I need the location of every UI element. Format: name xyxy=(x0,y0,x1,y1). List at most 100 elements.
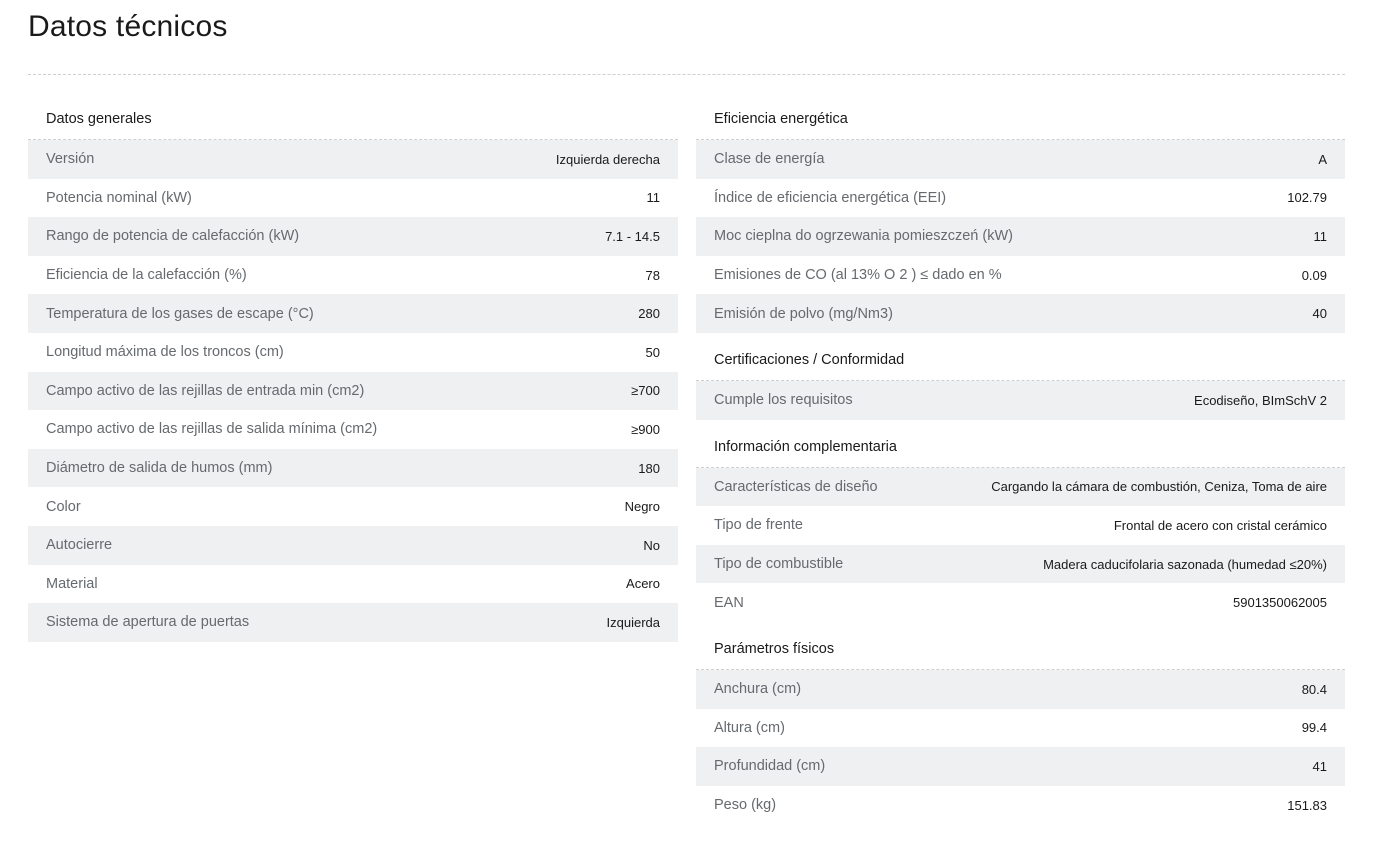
spec-row: Material Acero xyxy=(28,565,678,604)
spec-label: Tipo de frente xyxy=(714,517,803,534)
spec-table: Anchura (cm) 80.4 Altura (cm) 99.4 Profundid… xyxy=(696,669,1345,825)
spec-row: Campo activo de las rejillas de salida m… xyxy=(28,410,678,449)
spec-label: Longitud máxima de los troncos (cm) xyxy=(46,344,284,361)
spec-row: Moc cieplna do ogrzewania pomieszczeń (k… xyxy=(696,217,1345,256)
spec-row: Anchura (cm) 80.4 xyxy=(696,669,1345,709)
spec-label: Color xyxy=(46,498,81,515)
spec-row: Tipo de frente Frontal de acero con crist… xyxy=(696,506,1345,545)
section-heading: Eficiencia energética xyxy=(696,98,1345,140)
spec-value: Acero xyxy=(626,576,660,592)
spec-row: Temperatura de los gases de escape (°C) 2… xyxy=(28,294,678,333)
spec-label: Eficiencia de la calefacción (%) xyxy=(46,267,247,284)
spec-label: EAN xyxy=(714,594,744,611)
section-eficiencia-energetica: Eficiencia energética Clase de energía A Ín… xyxy=(696,98,1345,333)
spec-label: Diámetro de salida de humos (mm) xyxy=(46,460,273,477)
spec-value: 78 xyxy=(645,267,660,283)
spec-table: Características de diseño Cargando la cám… xyxy=(696,467,1345,622)
section-certificaciones-conformidad: Certificaciones / Conformidad Cumple los … xyxy=(696,339,1345,420)
spec-row: Características de diseño Cargando la cám… xyxy=(696,467,1345,507)
spec-row: Índice de eficiencia energética (EEI) 102… xyxy=(696,179,1345,218)
spec-value: 0.09 xyxy=(1301,267,1327,283)
spec-row: Sistema de apertura de puertas Izquierda xyxy=(28,603,678,642)
spec-value: Izquierda xyxy=(606,614,660,630)
spec-row: Altura (cm) 99.4 xyxy=(696,709,1345,748)
spec-label: Tipo de combustible xyxy=(714,556,844,573)
spec-label: Sistema de apertura de puertas xyxy=(46,614,250,631)
spec-label: Campo activo de las rejillas de entrada … xyxy=(46,382,365,399)
spec-label: Índice de eficiencia energética (EEI) xyxy=(714,189,947,206)
spec-label: Emisión de polvo (mg/Nm3) xyxy=(714,305,893,322)
spec-row: Rango de potencia de calefacción (kW) 7.1… xyxy=(28,217,678,256)
spec-row: Potencia nominal (kW) 11 xyxy=(28,179,678,218)
section-heading: Información complementaria xyxy=(696,426,1345,468)
spec-label: Peso (kg) xyxy=(714,797,777,814)
spec-label: Moc cieplna do ogrzewania pomieszczeń (k… xyxy=(714,228,1013,245)
spec-value: A xyxy=(1318,151,1327,167)
spec-row: Clase de energía A xyxy=(696,140,1345,179)
right-column: Eficiencia energética Clase de energía A Ín… xyxy=(696,98,1345,824)
spec-label: Campo activo de las rejillas de salida m… xyxy=(46,421,378,438)
spec-label: Altura (cm) xyxy=(714,719,785,736)
section-heading: Certificaciones / Conformidad xyxy=(696,339,1345,381)
spec-value: Izquierda derecha xyxy=(555,151,660,167)
spec-value: Madera caducifolaria sazonada (humedad ≤… xyxy=(1043,556,1327,572)
spec-value: 11 xyxy=(646,190,661,206)
spec-value: 11 xyxy=(1313,228,1328,244)
spec-label: Potencia nominal (kW) xyxy=(46,189,192,206)
spec-label: Material xyxy=(46,575,98,592)
spec-value: 99.4 xyxy=(1301,720,1327,736)
spec-label: Temperatura de los gases de escape (°C) xyxy=(46,305,314,322)
technical-data-page: Datos técnicos Datos generales Versión Izq… xyxy=(0,0,1374,856)
spec-value: 151.83 xyxy=(1287,797,1327,813)
spec-table: Versión Izquierda derecha Potencia nominal… xyxy=(28,140,678,642)
spec-row: EAN 5901350062005 xyxy=(696,583,1345,622)
spec-value: 41 xyxy=(1312,758,1327,774)
spec-value: Cargando la cámara de combustión, Ceniza… xyxy=(991,479,1327,495)
section-heading: Parámetros físicos xyxy=(696,628,1345,670)
spec-label: Características de diseño xyxy=(714,478,878,495)
spec-row: Peso (kg) 151.83 xyxy=(696,786,1345,825)
spec-row: Emisiones de CO (al 13% O 2 ) ≤ dado en … xyxy=(696,256,1345,295)
spec-value: 102.79 xyxy=(1287,190,1327,206)
spec-row: Autocierre No xyxy=(28,525,678,565)
spec-label: Emisiones de CO (al 13% O 2 ) ≤ dado en … xyxy=(714,267,1002,284)
spec-label: Clase de energía xyxy=(714,151,825,168)
spec-table: Clase de energía A Índice de eficiencia en… xyxy=(696,140,1345,333)
section-informacion-complementaria: Información complementaria Característica… xyxy=(696,426,1345,622)
spec-row: Longitud máxima de los troncos (cm) 50 xyxy=(28,333,678,372)
spec-label: Anchura (cm) xyxy=(714,681,802,698)
section-parametros-fisicos: Parámetros físicos Anchura (cm) 80.4 Altura… xyxy=(696,628,1345,824)
spec-row: Tipo de combustible Madera caducifolaria … xyxy=(696,544,1345,584)
spec-label: Profundidad (cm) xyxy=(714,758,826,775)
spec-label: Autocierre xyxy=(46,537,113,554)
spec-row: Emisión de polvo (mg/Nm3) 40 xyxy=(696,294,1345,333)
spec-value: 5901350062005 xyxy=(1233,595,1327,611)
spec-value: 40 xyxy=(1312,306,1327,322)
spec-row: Color Negro xyxy=(28,487,678,526)
left-column: Datos generales Versión Izquierda derecha P… xyxy=(28,98,678,642)
spec-value: Ecodiseño, BImSchV 2 xyxy=(1194,392,1327,408)
spec-value: 180 xyxy=(638,460,660,476)
spec-row: Diámetro de salida de humos (mm) 180 xyxy=(28,448,678,488)
spec-value: 7.1 - 14.5 xyxy=(605,228,660,244)
spec-value: ≥700 xyxy=(631,383,660,399)
spec-label: Versión xyxy=(46,151,95,168)
spec-row: Campo activo de las rejillas de entrada … xyxy=(28,371,678,411)
spec-row: Cumple los requisitos Ecodiseño, BImSchV … xyxy=(696,380,1345,420)
page-title: Datos técnicos xyxy=(28,10,228,43)
spec-row: Versión Izquierda derecha xyxy=(28,140,678,179)
title-divider xyxy=(28,74,1345,75)
spec-value: Frontal de acero con cristal cerámico xyxy=(1113,517,1327,533)
spec-value: 280 xyxy=(638,306,660,322)
section-datos-generales: Datos generales Versión Izquierda derecha P… xyxy=(28,98,678,642)
section-heading: Datos generales xyxy=(28,98,678,140)
spec-value: Negro xyxy=(624,499,660,515)
spec-label: Rango de potencia de calefacción (kW) xyxy=(46,228,300,245)
spec-value: 50 xyxy=(645,344,660,360)
spec-row: Profundidad (cm) 41 xyxy=(696,747,1345,786)
spec-value: 80.4 xyxy=(1301,681,1327,697)
spec-table: Cumple los requisitos Ecodiseño, BImSchV … xyxy=(696,380,1345,420)
spec-value: No xyxy=(643,537,660,553)
spec-row: Eficiencia de la calefacción (%) 78 xyxy=(28,256,678,295)
spec-label: Cumple los requisitos xyxy=(714,392,853,409)
